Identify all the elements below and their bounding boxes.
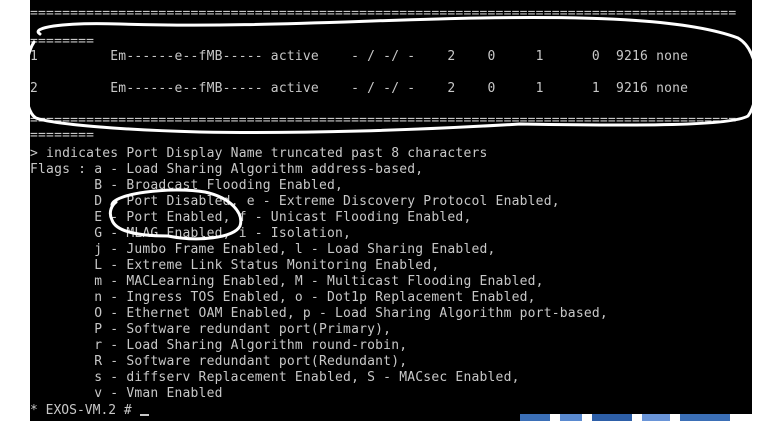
legend-line: m - MACLearning Enabled, M - Multicast F… [30, 274, 544, 289]
taskbar-item [560, 414, 582, 421]
legend-line: L - Extreme Link Status Monitoring Enabl… [30, 258, 440, 273]
legend-line: n - Ingress TOS Enabled, o - Dot1p Repla… [30, 290, 536, 305]
prompt-text: * EXOS-VM.2 # [30, 403, 140, 418]
legend-line: j - Jumbo Frame Enabled, l - Load Sharin… [30, 242, 496, 257]
screenshot-frame: ========================================… [0, 0, 766, 421]
legend-line: B - Broadcast Flooding Enabled, [30, 178, 344, 193]
command-prompt[interactable]: * EXOS-VM.2 # [30, 403, 149, 419]
separator-short-mid: ======== [30, 128, 95, 143]
taskbar-item [680, 414, 730, 421]
terminal-console[interactable]: ========================================… [30, 0, 752, 421]
port-row: 1 Em------e--fMB----- active - / -/ - 2 … [30, 49, 689, 64]
taskbar-item [642, 414, 670, 421]
separator-mid: ========================================… [30, 113, 737, 128]
legend-line: Flags : a - Load Sharing Algorithm addre… [30, 162, 424, 177]
text-cursor [139, 414, 149, 416]
legend-line: R - Software redundant port(Redundant), [30, 354, 408, 369]
truncation-note: > indicates Port Display Name truncated … [30, 146, 488, 161]
legend-line: O - Ethernet OAM Enabled, p - Load Shari… [30, 306, 608, 321]
legend-line: G - MLAG Enabled, i - Isolation, [30, 226, 352, 241]
taskbar-item [520, 414, 550, 421]
taskbar-item [592, 414, 632, 421]
legend-line: D - Port Disabled, e - Extreme Discovery… [30, 194, 560, 209]
legend-line: E - Port Enabled, f - Unicast Flooding E… [30, 210, 472, 225]
separator-short-top: ======== [30, 34, 95, 49]
legend-line: s - diffserv Replacement Enabled, S - MA… [30, 370, 520, 385]
port-row: 2 Em------e--fMB----- active - / -/ - 2 … [30, 81, 689, 96]
legend-line: r - Load Sharing Algorithm round-robin, [30, 338, 408, 353]
taskbar-fragment [520, 414, 766, 421]
separator-top: ========================================… [30, 6, 737, 21]
legend-line: v - Vman Enabled [30, 386, 223, 401]
legend-line: P - Software redundant port(Primary), [30, 322, 392, 337]
